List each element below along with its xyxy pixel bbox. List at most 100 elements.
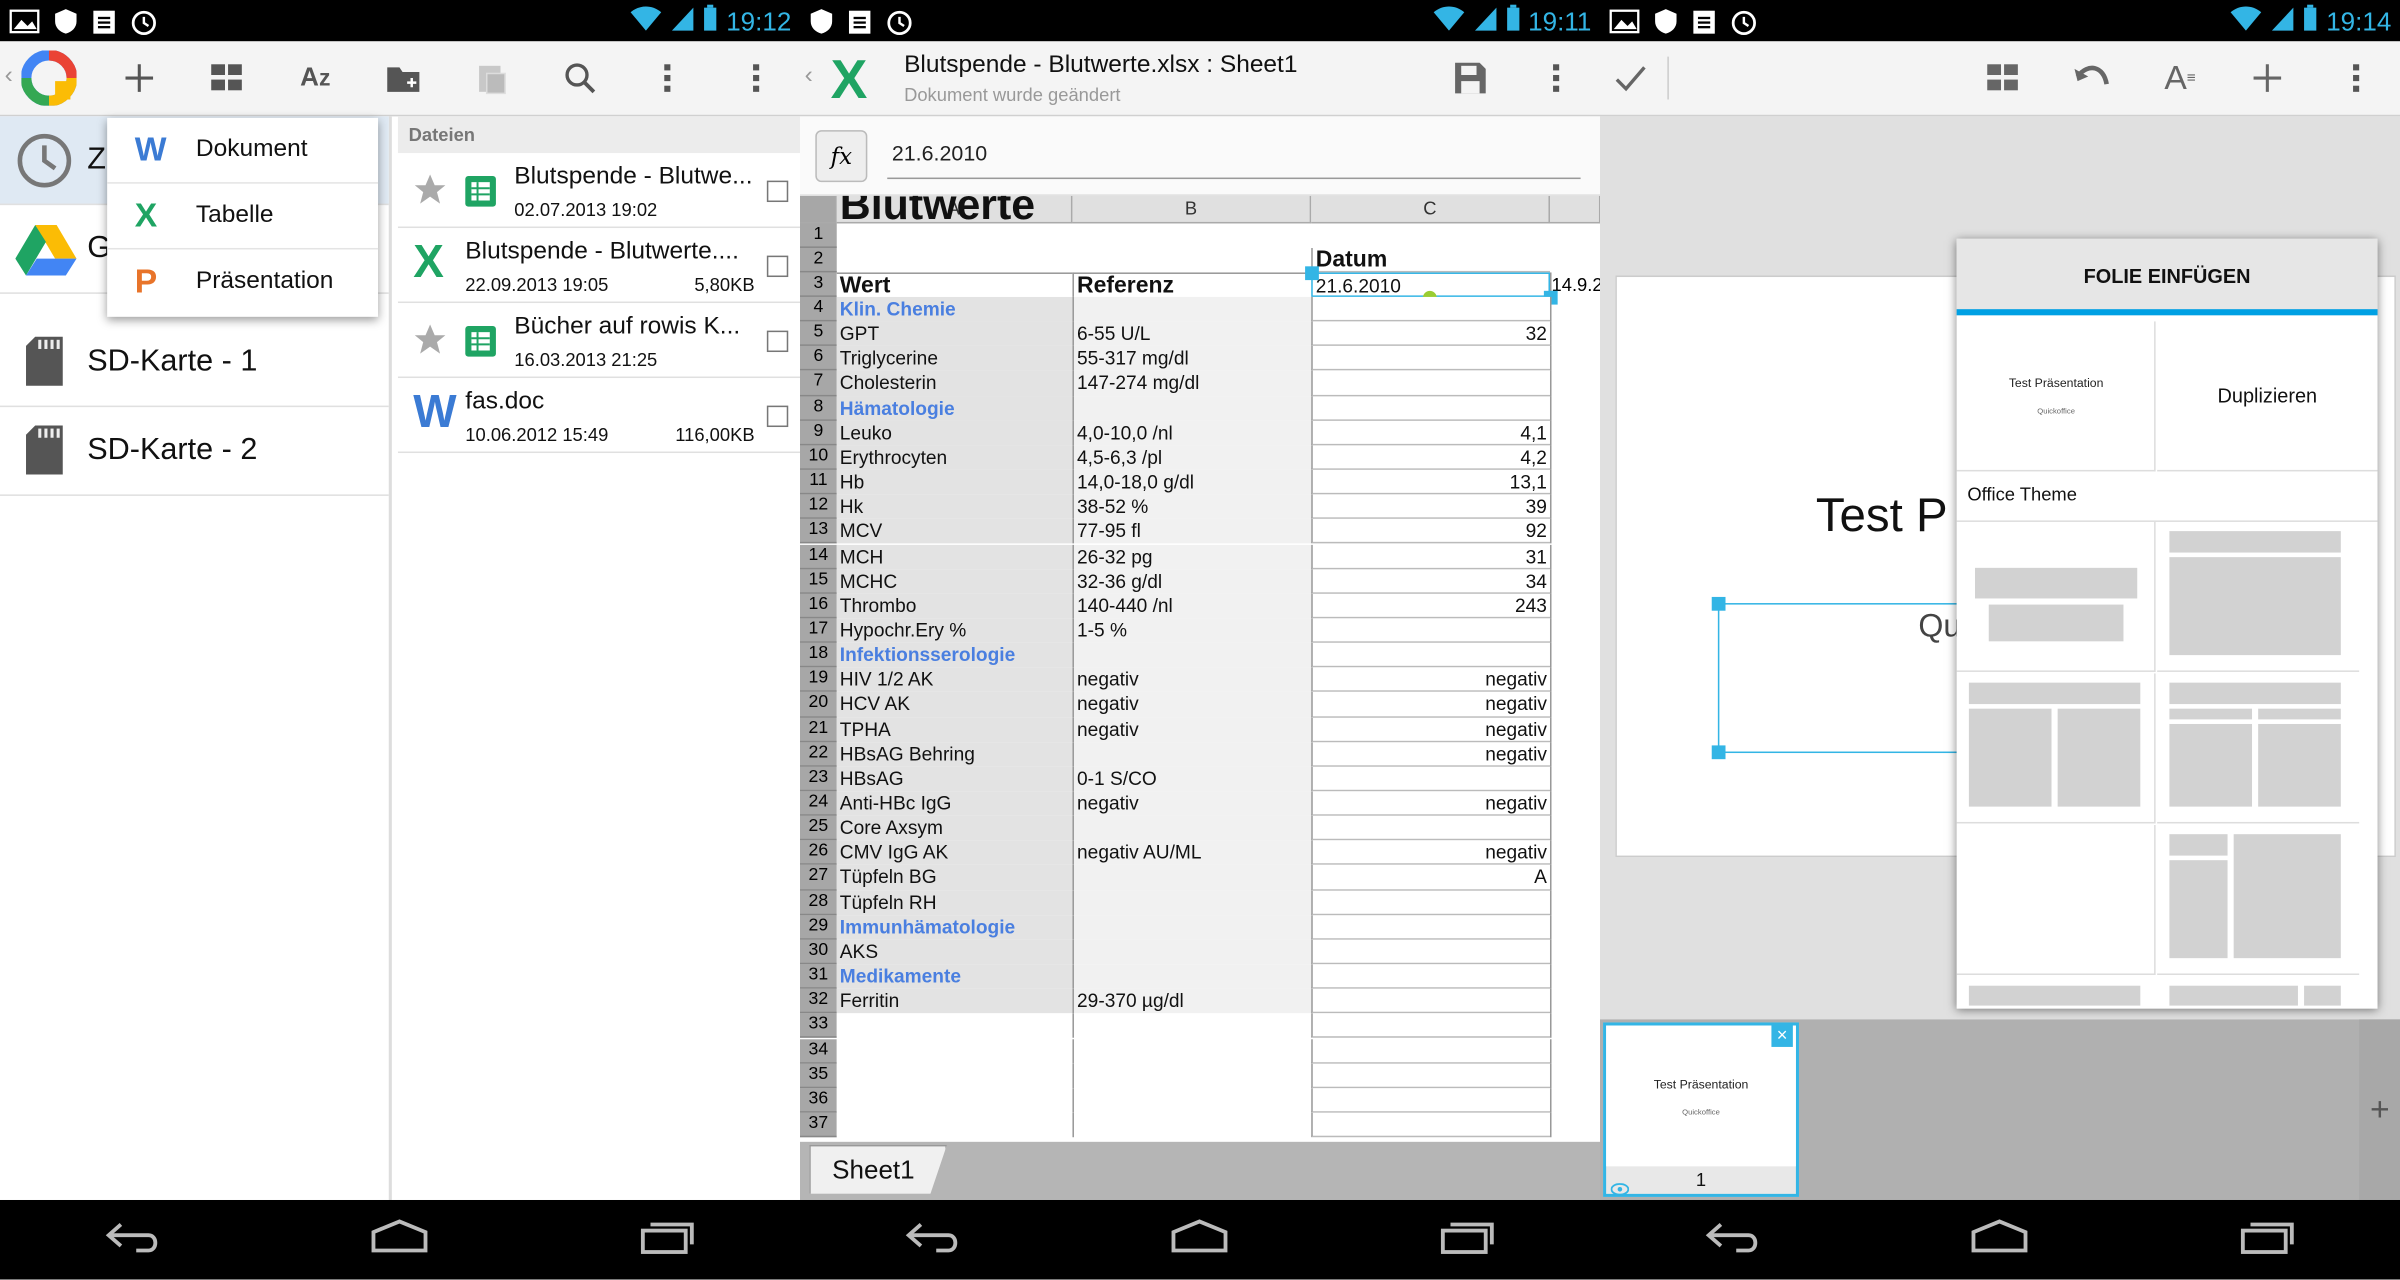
cell-a[interactable] <box>836 1112 1073 1138</box>
row-header[interactable]: 15 <box>800 568 837 594</box>
cell-b[interactable]: 14,0-18,0 g/dl <box>1072 469 1312 495</box>
undo-icon[interactable] <box>2067 54 2116 103</box>
cell-c[interactable] <box>1311 816 1550 841</box>
cell-d[interactable] <box>1549 519 1600 545</box>
home-icon[interactable] <box>1970 1218 2031 1262</box>
cell-d[interactable] <box>1549 1063 1600 1088</box>
close-thumbnail-button[interactable]: × <box>1771 1025 1793 1047</box>
cell-d[interactable] <box>1549 1112 1600 1138</box>
search-icon[interactable] <box>556 54 605 103</box>
grid-view-icon[interactable] <box>202 54 251 103</box>
cell-a[interactable] <box>836 1013 1073 1039</box>
row-header[interactable]: 8 <box>800 395 837 421</box>
nav-item-sd1[interactable]: SD-Karte - 1 <box>0 318 389 408</box>
cell-a[interactable]: Thrombo <box>836 593 1073 619</box>
recent-apps-icon[interactable] <box>1436 1218 1497 1262</box>
row-header[interactable]: 28 <box>800 890 837 915</box>
cell-a[interactable] <box>836 1038 1073 1064</box>
cell-d[interactable] <box>1549 692 1600 718</box>
layout-title-option[interactable]: Test Präsentation Quickoffice <box>1956 321 2156 472</box>
plus-icon[interactable] <box>2243 54 2292 103</box>
cell-b[interactable] <box>1072 914 1312 940</box>
cell-a[interactable]: Leuko <box>836 420 1073 446</box>
quickoffice-logo-icon[interactable] <box>20 49 78 107</box>
cell-d[interactable] <box>1549 1038 1600 1064</box>
spreadsheet-grid[interactable]: A B C 1 2 3 Blutwerte Wert Referenz Datu… <box>800 195 1600 1142</box>
save-icon[interactable] <box>1446 54 1495 103</box>
row-header[interactable]: 10 <box>800 445 837 470</box>
row-header[interactable]: 31 <box>800 964 837 990</box>
cell-c[interactable]: 39 <box>1311 494 1550 520</box>
cell-b[interactable] <box>1072 1087 1312 1113</box>
cell-b[interactable]: 1-5 % <box>1072 618 1312 643</box>
row-header[interactable]: 16 <box>800 593 837 619</box>
cell-a[interactable]: Core Axsym <box>836 816 1073 841</box>
row-header[interactable]: 23 <box>800 766 837 792</box>
cell-c[interactable] <box>1311 395 1550 421</box>
row-header[interactable]: 17 <box>800 618 837 643</box>
cell-d[interactable] <box>1549 989 1600 1014</box>
cell-a[interactable]: Hypochr.Ery % <box>836 618 1073 643</box>
cell-c[interactable]: A <box>1311 865 1550 891</box>
cell-a[interactable]: MCHC <box>836 568 1073 594</box>
corner-cell[interactable] <box>800 195 837 224</box>
cell-a[interactable]: Tüpfeln RH <box>836 890 1073 915</box>
cell-d[interactable] <box>1549 939 1600 965</box>
file-checkbox[interactable] <box>766 255 789 278</box>
cell-b[interactable]: negativ <box>1072 791 1312 817</box>
row-header[interactable]: 26 <box>800 840 837 866</box>
cell-b[interactable] <box>1072 964 1312 990</box>
cell-b[interactable] <box>1072 642 1312 668</box>
cell-a[interactable]: Medikamente <box>836 964 1073 990</box>
file-checkbox[interactable] <box>766 180 789 203</box>
layout-option[interactable] <box>1956 824 2156 975</box>
cell-d[interactable] <box>1549 568 1600 594</box>
cell-c[interactable]: 13,1 <box>1311 469 1550 495</box>
row-header[interactable]: 21 <box>800 717 837 742</box>
layout-option[interactable] <box>2157 825 2360 975</box>
cell-d[interactable] <box>1549 840 1600 866</box>
overflow-menu-icon[interactable] <box>732 54 781 103</box>
selection-handle[interactable] <box>1711 745 1726 760</box>
row-header[interactable]: 5 <box>800 321 837 347</box>
menu-item-tabelle[interactable]: X Tabelle <box>107 184 379 250</box>
cell-b[interactable] <box>1072 816 1312 841</box>
cell-c[interactable] <box>1311 890 1550 915</box>
cell-c[interactable] <box>1311 1038 1550 1064</box>
recent-apps-icon[interactable] <box>2236 1218 2297 1262</box>
cell-a[interactable]: HBsAG Behring <box>836 741 1073 767</box>
cell-c[interactable] <box>1311 1063 1550 1088</box>
row-header[interactable]: 29 <box>800 914 837 940</box>
cell-c[interactable] <box>1311 914 1550 940</box>
cell-b[interactable]: 32-36 g/dl <box>1072 568 1312 594</box>
cell-c[interactable] <box>1311 1087 1550 1113</box>
cell-b[interactable]: 6-55 U/L <box>1072 321 1312 347</box>
cell-d[interactable] <box>1549 642 1600 668</box>
header-cell-wert[interactable]: Wert <box>836 272 1073 298</box>
cell-d[interactable] <box>1549 741 1600 767</box>
cell-b[interactable]: 55-317 mg/dl <box>1072 346 1312 372</box>
cell-b[interactable] <box>1072 890 1312 915</box>
cell-d[interactable] <box>1549 717 1600 742</box>
cell-c[interactable]: negativ <box>1311 791 1550 817</box>
cell-b[interactable] <box>1072 1013 1312 1039</box>
plus-icon[interactable] <box>115 54 164 103</box>
overflow-menu-icon[interactable] <box>643 54 692 103</box>
cell-d[interactable] <box>1549 1087 1600 1113</box>
checkmark-icon[interactable] <box>1606 54 1655 103</box>
cell-c[interactable]: negativ <box>1311 717 1550 742</box>
back-chevron-icon[interactable]: ‹ <box>805 63 813 91</box>
cell-d[interactable] <box>1549 593 1600 619</box>
row-header[interactable]: 20 <box>800 692 837 718</box>
cell-a[interactable]: HCV AK <box>836 692 1073 718</box>
slide-title-text[interactable]: Test P <box>1816 488 1948 543</box>
cell-c[interactable] <box>1311 766 1550 792</box>
row-header[interactable]: 13 <box>800 519 837 545</box>
cell-a[interactable]: Erythrocyten <box>836 445 1073 470</box>
row-header[interactable]: 37 <box>800 1112 837 1138</box>
cell-c[interactable]: negativ <box>1311 741 1550 767</box>
back-icon[interactable] <box>103 1218 164 1262</box>
row-header[interactable]: 27 <box>800 865 837 891</box>
cell-d[interactable] <box>1549 321 1600 347</box>
excel-app-icon[interactable]: X <box>831 47 868 111</box>
